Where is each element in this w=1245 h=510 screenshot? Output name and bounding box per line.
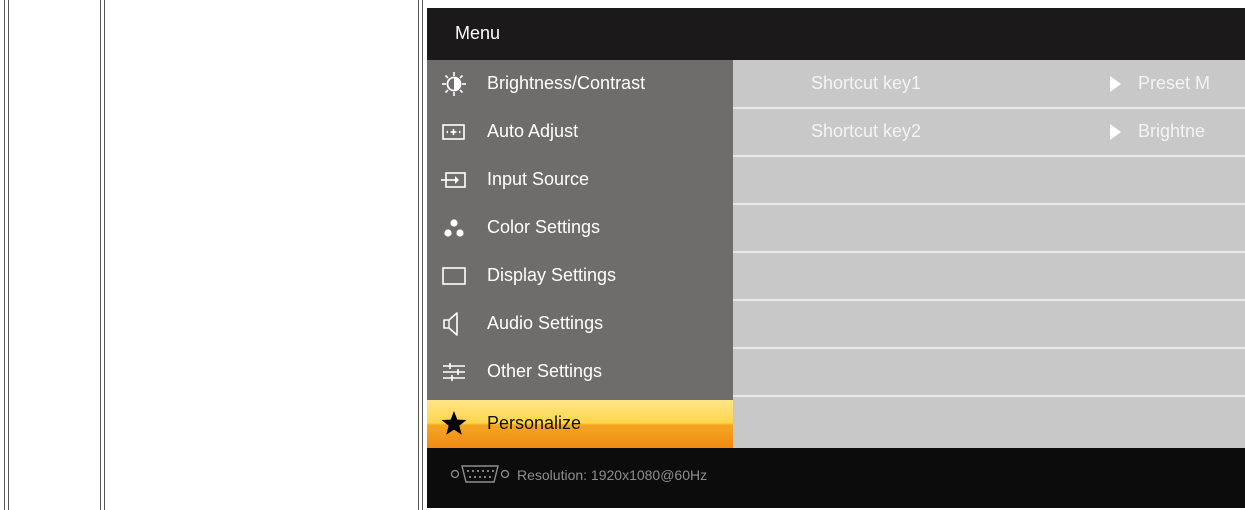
row-divider [733,155,1245,157]
osd-menu-window: Menu Brightness/Contrast Auto Adjust Inp… [427,8,1245,508]
table-border-line [4,0,5,510]
resolution-text: Resolution: 1920x1080@60Hz [517,467,708,483]
osd-header: Menu [427,8,1245,60]
menu-item-label: Auto Adjust [487,121,579,141]
menu-item-label: Display Settings [487,265,617,285]
other-settings-icon [443,363,465,381]
submenu-label: Shortcut key1 [811,73,922,93]
submenu-label: Shortcut key2 [811,121,922,141]
menu-item-label: Brightness/Contrast [487,73,646,93]
menu-item-label: Other Settings [487,361,603,381]
menu-item-label: Color Settings [487,217,601,237]
row-divider [733,251,1245,253]
menu-item-label: Audio Settings [487,313,604,333]
main-menu: Brightness/Contrast Auto Adjust Input So… [427,60,733,448]
table-border-line [8,0,9,510]
menu-item-input-source[interactable]: Input Source [427,156,733,204]
arrow-right-icon [1110,76,1121,92]
submenu-value: Preset M [1138,73,1211,93]
star-icon [441,411,467,435]
menu-item-other-settings[interactable]: Other Settings [427,348,733,396]
menu-item-label: Input Source [487,169,590,189]
brightness-icon [442,72,466,96]
osd-title: Menu [455,23,501,43]
row-divider [733,107,1245,109]
table-border-line [422,0,423,510]
table-border-line [104,0,105,510]
input-source-icon [441,172,466,188]
osd-footer: Resolution: 1920x1080@60Hz [427,448,1245,508]
submenu-row-shortcut-key1[interactable]: Shortcut key1 Preset M [733,60,1245,108]
vga-connector-icon [450,465,510,483]
table-border-line [418,0,419,510]
table-border-line [100,0,101,510]
menu-item-color-settings[interactable]: Color Settings [427,204,733,252]
menu-item-audio-settings[interactable]: Audio Settings [427,300,733,348]
submenu-value: Brightne [1138,121,1206,141]
row-divider [733,203,1245,205]
menu-item-display-settings[interactable]: Display Settings [427,252,733,300]
row-divider [733,395,1245,397]
menu-item-auto-adjust[interactable]: Auto Adjust [427,108,733,156]
menu-item-personalize[interactable]: Personalize [427,400,733,448]
row-divider [733,299,1245,301]
row-divider [733,347,1245,349]
arrow-right-icon [1110,124,1121,140]
submenu-row-shortcut-key2[interactable]: Shortcut key2 Brightne [733,108,1245,156]
auto-adjust-icon [442,124,465,140]
menu-item-brightness-contrast[interactable]: Brightness/Contrast [427,60,733,108]
audio-settings-icon [443,312,458,336]
submenu-panel: Shortcut key1 Preset M Shortcut key2 Bri… [733,60,1245,448]
menu-item-label: Personalize [487,413,582,433]
display-settings-icon [442,267,466,285]
color-settings-icon [444,219,464,237]
